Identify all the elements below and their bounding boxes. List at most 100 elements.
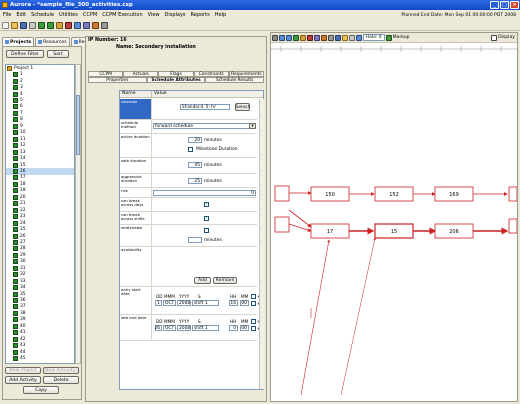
filter-icon[interactable]: [83, 21, 90, 29]
node-partial-left-1[interactable]: [274, 185, 290, 202]
add-activity-button[interactable]: Add Activity: [5, 376, 41, 384]
refresh-icon[interactable]: [349, 34, 355, 41]
early-start-mm[interactable]: 00: [240, 300, 249, 306]
define-filter-button[interactable]: Define Filter: [6, 50, 44, 58]
aggressive-duration-field[interactable]: 25: [188, 178, 202, 184]
zoom-out-icon[interactable]: [286, 34, 292, 41]
menu-file[interactable]: File: [3, 12, 11, 18]
zoom-in-icon[interactable]: [279, 34, 285, 41]
minimize-button[interactable]: _: [490, 1, 499, 9]
close-button[interactable]: ×: [510, 1, 519, 9]
sort-button[interactable]: Sort: [47, 50, 69, 58]
attributes-scrollbar[interactable]: [259, 99, 264, 389]
menu-ccpm-execution[interactable]: CCPM Execution: [102, 12, 142, 18]
node-partial-right-1[interactable]: [508, 186, 517, 202]
node-partial-right-2[interactable]: [508, 218, 517, 234]
schedule-icon[interactable]: [56, 21, 63, 29]
risk-field[interactable]: 0: [153, 190, 256, 196]
copy-button[interactable]: Copy: [23, 386, 59, 394]
maximize-button[interactable]: □: [500, 1, 509, 9]
early-start-plus-checkbox-1[interactable]: [251, 294, 256, 299]
find-icon[interactable]: [328, 34, 334, 41]
late-end-dd[interactable]: 26: [154, 325, 162, 331]
menu-reports[interactable]: Reports: [191, 12, 210, 18]
safe-duration-field[interactable]: 45: [188, 162, 202, 168]
activity-node-169[interactable]: 169: [434, 186, 474, 202]
tab-schedule-results[interactable]: Schedule Results: [205, 77, 265, 83]
early-start-mmm[interactable]: OCT: [163, 300, 176, 306]
layout-icon[interactable]: [300, 34, 306, 41]
menu-view[interactable]: View: [148, 12, 160, 18]
early-start-yyyy[interactable]: 2008: [177, 300, 191, 306]
chevron-down-icon[interactable]: ▾: [249, 123, 256, 129]
grid-icon[interactable]: [314, 34, 320, 41]
tree-scroll-thumb[interactable]: [76, 95, 80, 155]
tab-schedule-attributes[interactable]: Schedule Attributes: [146, 77, 206, 83]
tab-properties[interactable]: Properties: [88, 77, 147, 83]
save-icon[interactable]: [20, 21, 27, 29]
availability-add-button[interactable]: Add: [194, 277, 211, 284]
late-end-plus-checkbox-2[interactable]: [251, 326, 256, 331]
markup-icon[interactable]: [385, 34, 392, 41]
node-partial-left-2[interactable]: [274, 216, 290, 233]
activity-node-152[interactable]: 152: [374, 186, 414, 202]
availability-remove-button[interactable]: Remove: [213, 277, 237, 284]
milestone-checkbox[interactable]: [188, 147, 193, 152]
activity-node-150[interactable]: 150: [310, 186, 350, 202]
new-project-button[interactable]: New Project: [5, 367, 41, 374]
late-end-mmm[interactable]: OCT: [163, 325, 176, 331]
undo-icon[interactable]: [38, 21, 45, 29]
link-icon[interactable]: [321, 34, 327, 41]
calendar-field[interactable]: Standard 5-hr: [180, 104, 230, 110]
zoom-icon[interactable]: [74, 21, 81, 29]
export-icon[interactable]: [342, 34, 348, 41]
menu-edit[interactable]: Edit: [16, 12, 26, 18]
menu-displays[interactable]: Displays: [165, 12, 186, 18]
tree-scrollbar[interactable]: [75, 64, 81, 364]
select-calendar-button[interactable]: Select: [235, 103, 250, 111]
early-start-dd[interactable]: 1: [155, 300, 162, 306]
early-start-hh[interactable]: 16: [229, 300, 238, 306]
menu-utilities[interactable]: Utilities: [59, 12, 78, 18]
project-tree[interactable]: Project 1 1 2 3 4 5 6 7 8 9 10 11 12 13 14 15 16 17 18 19 20…: [5, 64, 75, 364]
tab-projects[interactable]: Projects: [2, 37, 35, 46]
schedule-method-select[interactable]: forward schedule: [153, 123, 256, 129]
halo-select[interactable]: Halo: 0: [363, 34, 385, 41]
settings-icon[interactable]: [101, 21, 108, 29]
early-start-plus-checkbox-2[interactable]: [251, 301, 256, 306]
new-activity-button[interactable]: New Act(ivity): [43, 367, 79, 374]
stretchable-checkbox[interactable]: [204, 228, 209, 233]
open-icon[interactable]: [11, 21, 18, 29]
print-icon[interactable]: [29, 21, 36, 29]
menu-schedule[interactable]: Schedule: [31, 12, 54, 18]
tab-resources[interactable]: Resources: [35, 37, 70, 46]
tree-item[interactable]: 45: [6, 355, 74, 362]
activity-node-206[interactable]: 206: [434, 223, 474, 239]
late-end-hh[interactable]: 0: [229, 325, 238, 331]
new-icon[interactable]: [2, 21, 9, 29]
late-end-yyyy[interactable]: 2008: [177, 325, 191, 331]
late-end-plus-checkbox-1[interactable]: [251, 319, 256, 324]
stretchable-field[interactable]: [188, 237, 202, 243]
late-end-shift[interactable]: shift 1: [192, 325, 219, 331]
fit-icon[interactable]: [293, 34, 299, 41]
menu-help[interactable]: Help: [215, 12, 226, 18]
critical-path-icon[interactable]: [307, 34, 313, 41]
menu-ccpm[interactable]: CCPM: [83, 12, 97, 18]
calculate-icon[interactable]: [65, 21, 72, 29]
print-diagram-icon[interactable]: [335, 34, 341, 41]
display-checkbox[interactable]: [491, 34, 498, 41]
chart-icon[interactable]: [92, 21, 99, 29]
can-break-shifts-checkbox[interactable]: ✓: [204, 216, 209, 221]
activity-node-15[interactable]: 15: [374, 223, 414, 239]
activity-node-17[interactable]: 17: [310, 223, 350, 239]
can-break-days-checkbox[interactable]: ✓: [204, 202, 209, 207]
pointer-icon[interactable]: [272, 34, 278, 41]
delete-button[interactable]: Delete: [43, 376, 79, 384]
highlight-icon[interactable]: [356, 34, 362, 41]
active-duration-field[interactable]: 20: [188, 137, 202, 143]
redo-icon[interactable]: [47, 21, 54, 29]
network-diagram[interactable]: 150 152 169 17 15 206: [271, 43, 517, 401]
early-start-shift[interactable]: shift 1: [192, 300, 219, 306]
late-end-mm[interactable]: 00: [240, 325, 249, 331]
